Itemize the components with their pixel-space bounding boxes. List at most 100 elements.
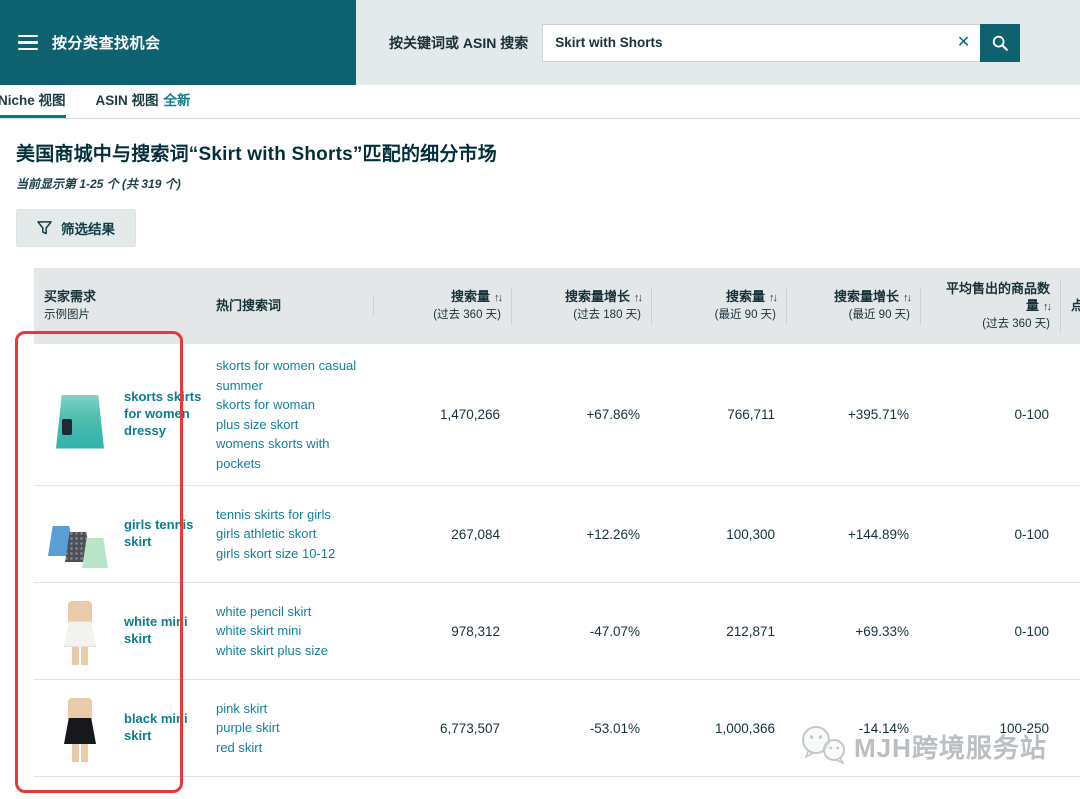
menu-icon[interactable]	[18, 34, 38, 51]
sort-icon[interactable]: ↑↓	[494, 292, 503, 304]
search-term[interactable]: white skirt mini	[216, 621, 362, 641]
metric-g90: +395.71%	[847, 407, 909, 422]
column-title: 搜索量增长	[564, 289, 630, 305]
sort-icon[interactable]: ↑↓	[634, 292, 643, 304]
column-header-5: 搜索量增长 ↑↓ (最近 90 天)	[787, 288, 921, 324]
app-title: 按分类查找机会	[52, 35, 161, 52]
search-term[interactable]: purple skirt	[216, 718, 362, 738]
column-title: 搜索量	[725, 289, 765, 305]
search-term[interactable]: skorts for women casual summer	[216, 356, 362, 395]
table-row: skorts skirts for women dressy skorts for…	[34, 344, 1080, 486]
search-group: ✕	[542, 23, 1021, 62]
top-bar-search-area: 按关键词或 ASIN 搜索 ✕	[356, 0, 1080, 85]
search-term[interactable]: pink skirt	[216, 699, 362, 719]
column-header-2: 搜索量 ↑↓ (过去 360 天)	[374, 288, 512, 324]
niche-cell: girls skirts	[34, 777, 206, 799]
result-count: 当前显示第 1-25 个 (共 319 个)	[16, 177, 181, 191]
search-term[interactable]: white skirt plus size	[216, 641, 362, 661]
page-title: 美国商城中与搜索词“Skirt with Shorts”匹配的细分市场	[16, 144, 497, 165]
search-term[interactable]: girls skort size 10-12	[216, 544, 362, 564]
metric-sv360: 267,084	[451, 526, 500, 542]
table-row: girls skirtsskorts for girlsgirls skorts…	[34, 777, 1080, 799]
column-subtitle: (最近 90 天)	[848, 309, 910, 322]
sort-icon[interactable]: ↑↓	[1043, 301, 1052, 313]
search-term[interactable]: white pencil skirt	[216, 602, 362, 622]
column-header-6: 平均售出的商品数 量 ↑↓ (过去 360 天)	[921, 279, 1061, 333]
filter-results-button[interactable]: 筛选结果	[16, 209, 136, 247]
view-tabs: Niche 视图 ASIN 视图 全新	[0, 85, 1080, 119]
metric-g90: +144.89%	[847, 526, 909, 542]
metric-units: 0-100	[1014, 526, 1049, 542]
column-title: 搜索量增长	[833, 289, 899, 305]
metric-g90: -14.14%	[858, 720, 909, 736]
top-search-terms-cell: white pencil skirt white skirt mini white …	[206, 590, 374, 673]
top-bar: 按分类查找机会 按关键词或 ASIN 搜索 ✕	[0, 0, 1080, 85]
niche-cell: girls tennis skirt	[34, 486, 206, 582]
tab-niche-view[interactable]: Niche 视图	[0, 89, 76, 118]
search-label: 按关键词或 ASIN 搜索	[389, 34, 529, 51]
niche-name-link[interactable]: white mini skirt	[124, 614, 202, 648]
sort-icon[interactable]: ↑↓	[769, 292, 778, 304]
column-title: 点	[1071, 298, 1080, 314]
column-header-3: 搜索量增长 ↑↓ (过去 180 天)	[512, 288, 652, 324]
niche-name-link[interactable]: skorts skirts for women dressy	[124, 389, 202, 440]
metric-g180: -53.01%	[589, 720, 640, 736]
niche-cell: skorts skirts for women dressy	[34, 367, 206, 463]
top-bar-brand: 按分类查找机会	[0, 0, 356, 85]
search-term[interactable]: womens skorts with pockets	[216, 434, 362, 473]
tab-niche-label: Niche 视图	[0, 93, 66, 108]
filter-results-label: 筛选结果	[61, 222, 115, 237]
search-term[interactable]: tennis skirts for girls	[216, 505, 362, 525]
metric-g180: +67.86%	[586, 407, 640, 422]
metric-g180: -47.07%	[589, 623, 640, 639]
clear-search-icon[interactable]: ✕	[957, 34, 970, 51]
metric-sv90: 100,300	[726, 526, 775, 542]
search-term[interactable]: plus size skort	[216, 415, 362, 435]
niche-name-link[interactable]: black mini skirt	[124, 711, 202, 745]
table-header-row: 买家需求 示例图片 热门搜索词 搜索量 ↑↓ (过去 360 天) 搜索量增长 ↑↓ (过去 1…	[34, 268, 1080, 344]
top-search-terms-cell: skorts for girlsgirls skortsskirts for g…	[206, 784, 374, 799]
niche-image-black-skirt-photo	[46, 694, 114, 762]
tab-asin-new-badge: 全新	[163, 93, 191, 108]
column-subtitle: (过去 360 天)	[982, 317, 1050, 330]
metric-g90: +69.33%	[855, 623, 909, 639]
column-subtitle: (过去 360 天)	[433, 309, 501, 322]
column-header-1: 热门搜索词	[206, 297, 374, 315]
search-button[interactable]	[980, 23, 1021, 62]
sort-icon[interactable]: ↑↓	[903, 292, 912, 304]
niche-name-link[interactable]: girls tennis skirt	[124, 517, 202, 551]
top-search-terms-cell: tennis skirts for girls girls athletic sk…	[206, 493, 374, 576]
metric-sv360: 1,470,266	[439, 407, 500, 422]
table-row: black mini skirt pink skirt purple skirt re…	[34, 680, 1080, 777]
niche-image-teal-skort	[46, 381, 114, 449]
metric-sv90: 766,711	[727, 407, 775, 422]
column-subtitle: 示例图片	[44, 309, 90, 322]
tab-asin-label: ASIN 视图	[95, 93, 159, 108]
niche-image-white-skirt-photo	[46, 597, 114, 665]
niche-image-skirt-trio	[46, 791, 114, 799]
metric-g180: +12.26%	[586, 526, 640, 542]
column-subtitle: (过去 180 天)	[573, 309, 641, 322]
column-header-0: 买家需求 示例图片	[34, 288, 206, 323]
column-title: 平均售出的商品数 量	[945, 280, 1050, 314]
main-content: 美国商城中与搜索词“Skirt with Shorts”匹配的细分市场 当前显示…	[0, 119, 1080, 799]
column-title: 热门搜索词	[216, 298, 282, 314]
metric-sv360: 6,773,507	[439, 720, 500, 736]
search-term[interactable]: red skirt	[216, 738, 362, 758]
tab-asin-view[interactable]: ASIN 视图 全新	[94, 89, 201, 118]
metric-sv90: 1,000,366	[714, 720, 775, 736]
search-term[interactable]: skorts for woman	[216, 395, 362, 415]
column-header-4: 搜索量 ↑↓ (最近 90 天)	[652, 288, 787, 324]
metric-sv90: 212,871	[726, 623, 775, 639]
niche-cell: white mini skirt	[34, 583, 206, 679]
niche-table: 买家需求 示例图片 热门搜索词 搜索量 ↑↓ (过去 360 天) 搜索量增长 ↑↓ (过去 1…	[34, 268, 1080, 799]
table-body: skorts skirts for women dressy skorts for…	[34, 344, 1080, 799]
column-title: 买家需求	[44, 289, 97, 305]
metric-units: 100-250	[999, 720, 1049, 736]
search-input[interactable]	[543, 24, 981, 61]
metric-sv360: 978,312	[451, 623, 500, 639]
top-search-terms-cell: pink skirt purple skirt red skirt	[206, 687, 374, 770]
search-term[interactable]: girls athletic skort	[216, 524, 362, 544]
metric-units: 0-100	[1014, 407, 1049, 422]
column-title: 搜索量	[450, 289, 490, 305]
